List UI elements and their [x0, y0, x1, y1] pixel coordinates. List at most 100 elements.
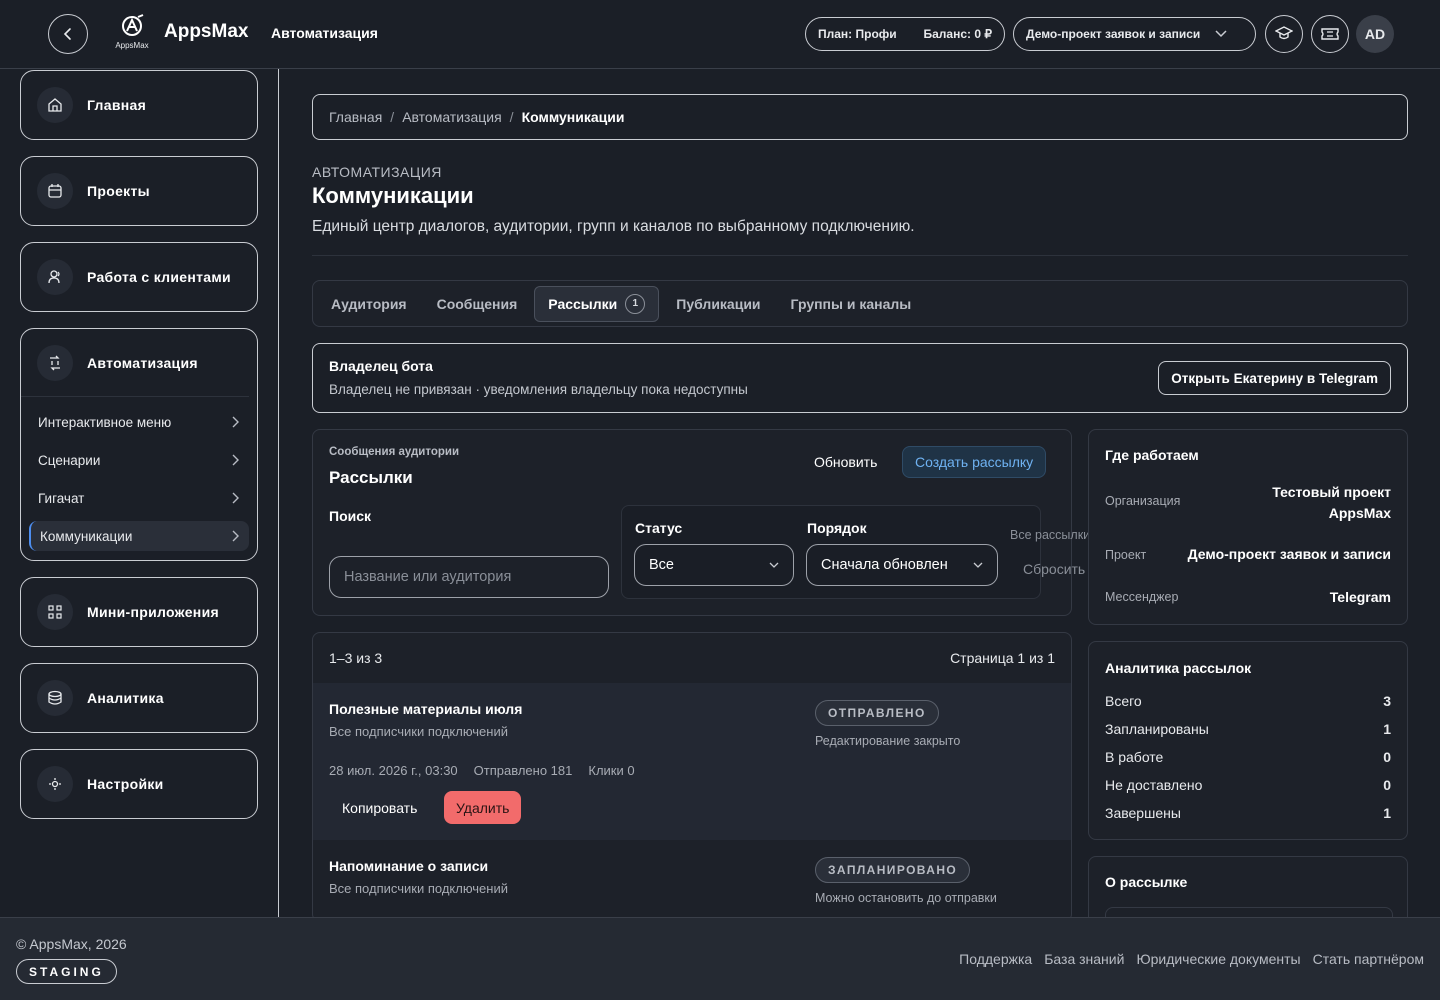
- home-icon: [37, 87, 73, 123]
- analytics-label: Запланированы: [1105, 721, 1209, 737]
- sidebar-subitem-interactive-menu[interactable]: Интерактивное меню: [29, 407, 249, 437]
- tab-publications[interactable]: Публикации: [663, 286, 773, 322]
- status-select[interactable]: Все: [634, 544, 794, 586]
- mailings-eyebrow: Сообщения аудитории: [329, 446, 460, 458]
- tab-badge: 1: [625, 293, 646, 314]
- reset-button[interactable]: Сбросить: [1023, 561, 1085, 577]
- chevron-down-icon: [769, 562, 779, 568]
- search-input[interactable]: Название или аудитория: [329, 556, 609, 598]
- breadcrumb: Главная / Автоматизация / Коммуникации: [312, 94, 1408, 140]
- tab-mailings[interactable]: Рассылки 1: [534, 285, 660, 322]
- footer-link-legal[interactable]: Юридические документы: [1136, 951, 1300, 967]
- analytics-value: 0: [1383, 777, 1391, 793]
- messenger-value: Telegram: [1329, 589, 1391, 605]
- search-label: Поиск: [329, 508, 372, 524]
- sidebar-group-automation: Автоматизация Интерактивное меню Сценари…: [20, 328, 258, 561]
- delete-button[interactable]: Удалить: [444, 791, 522, 824]
- sidebar-item-label: Настройки: [87, 776, 164, 792]
- copy-button[interactable]: Копировать: [342, 800, 417, 816]
- where-we-work-panel: Где работаем Организация Тестовый проект…: [1088, 429, 1408, 625]
- tab-label: Аудитория: [331, 295, 407, 312]
- refresh-button[interactable]: Обновить: [814, 454, 877, 470]
- settings-icon: [37, 766, 73, 802]
- open-in-telegram-button[interactable]: Открыть Екатерину в Telegram: [1158, 361, 1391, 395]
- tab-bar: Аудитория Сообщения Рассылки 1 Публикаци…: [312, 280, 1408, 327]
- status-select-value: Все: [649, 557, 674, 573]
- sidebar-item-label: Мини-приложения: [87, 604, 219, 620]
- breadcrumb-home[interactable]: Главная: [329, 109, 382, 125]
- sidebar-item-projects[interactable]: Проекты: [20, 156, 258, 226]
- graduation-cap-icon: [1275, 26, 1293, 40]
- bot-owner-card: Владелец бота Владелец не привязан · уве…: [312, 343, 1408, 413]
- apps-icon: [37, 594, 73, 630]
- ticket-button[interactable]: [1311, 15, 1349, 53]
- chevron-right-icon: [232, 492, 239, 504]
- page-description: Единый центр диалогов, аудитории, групп …: [312, 218, 915, 235]
- messenger-label: Мессенджер: [1105, 590, 1179, 604]
- page-indicator: Страница 1 из 1: [950, 650, 1055, 666]
- tab-label: Сообщения: [436, 295, 518, 312]
- footer-link-support[interactable]: Поддержка: [959, 951, 1032, 967]
- order-select-value: Сначала обновлен: [821, 557, 948, 573]
- sidebar-item-automation[interactable]: Автоматизация: [21, 329, 249, 397]
- status-label: Статус: [635, 520, 683, 536]
- footer-links: Поддержка База знаний Юридические докуме…: [959, 951, 1424, 967]
- mailing-note: Можно остановить до отправки: [815, 891, 997, 905]
- create-mailing-button[interactable]: Создать рассылку: [902, 446, 1047, 478]
- breadcrumb-automation[interactable]: Автоматизация: [402, 109, 501, 125]
- analytics-label: Завершены: [1105, 805, 1181, 821]
- analytics-value: 3: [1383, 693, 1391, 709]
- tab-label: Рассылки: [548, 295, 618, 312]
- tab-audience[interactable]: Аудитория: [318, 286, 420, 322]
- list-item[interactable]: Полезные материалы июля Все подписчики п…: [313, 683, 1071, 840]
- mailing-meta: 28 июл. 2026 г., 03:30 Отправлено 181 Кл…: [329, 763, 635, 778]
- chevron-down-icon: [1215, 30, 1227, 38]
- order-select[interactable]: Сначала обновлен: [806, 544, 998, 586]
- tab-messages[interactable]: Сообщения: [424, 286, 531, 322]
- project-selector-label: Демо-проект заявок и записи: [1026, 27, 1201, 41]
- analytics-row: Запланированы 1: [1105, 721, 1391, 737]
- sidebar-item-label: Работа с клиентами: [87, 269, 231, 285]
- sidebar-subitem-label: Сценарии: [38, 452, 101, 468]
- sidebar-item-analytics[interactable]: Аналитика: [20, 663, 258, 733]
- footer-link-partner[interactable]: Стать партнёром: [1313, 951, 1424, 967]
- analytics-row: Не доставлено 0: [1105, 777, 1391, 793]
- about-title: О рассылке: [1105, 874, 1188, 890]
- users-icon: [37, 259, 73, 295]
- mailing-audience: Все подписчики подключений: [329, 881, 508, 896]
- analytics-label: Всего: [1105, 693, 1142, 709]
- project-selector[interactable]: Демо-проект заявок и записи: [1013, 17, 1256, 51]
- user-avatar[interactable]: AD: [1356, 15, 1394, 53]
- footer-link-knowledge-base[interactable]: База знаний: [1044, 951, 1124, 967]
- sidebar-item-label: Главная: [87, 97, 147, 113]
- env-badge: STAGING: [16, 959, 117, 984]
- graduation-cap-button[interactable]: [1265, 15, 1303, 53]
- sidebar-item-settings[interactable]: Настройки: [20, 749, 258, 819]
- where-title: Где работаем: [1105, 447, 1199, 463]
- database-icon: [37, 680, 73, 716]
- sidebar-subitem-gigachat[interactable]: Гигачат: [29, 483, 249, 513]
- sidebar-item-home[interactable]: Главная: [20, 70, 258, 140]
- mailings-title: Рассылки: [329, 468, 413, 487]
- sidebar-subitem-scenarios[interactable]: Сценарии: [29, 445, 249, 475]
- sidebar-subitem-communications[interactable]: Коммуникации: [29, 521, 249, 551]
- current-section: Автоматизация: [271, 25, 378, 41]
- page-eyebrow: АВТОМАТИЗАЦИЯ: [312, 164, 442, 180]
- breadcrumb-separator: /: [509, 109, 514, 125]
- order-label: Порядок: [807, 520, 867, 536]
- breadcrumb-current: Коммуникации: [521, 109, 625, 125]
- sidebar-item-mini-apps[interactable]: Мини-приложения: [20, 577, 258, 647]
- sidebar-item-clients[interactable]: Работа с клиентами: [20, 242, 258, 312]
- org-label: Организация: [1105, 494, 1181, 508]
- sidebar-item-label: Автоматизация: [87, 354, 198, 371]
- list-item[interactable]: Напоминание о записи Все подписчики подк…: [313, 841, 1071, 921]
- back-button[interactable]: [48, 14, 88, 54]
- analytics-title: Аналитика рассылок: [1105, 660, 1252, 676]
- tab-groups-channels[interactable]: Группы и каналы: [778, 286, 925, 322]
- plan-balance-pill[interactable]: План: Профи Баланс: 0 ₽: [805, 17, 1005, 51]
- chevron-down-icon: [973, 562, 983, 568]
- app-logo[interactable]: AppsMax: [112, 14, 152, 54]
- tab-label: Группы и каналы: [790, 295, 912, 312]
- mailing-analytics-panel: Аналитика рассылок Всего 3 Запланированы 1…: [1088, 641, 1408, 840]
- mailings-panel: Сообщения аудитории Рассылки Обновить Со…: [312, 429, 1090, 616]
